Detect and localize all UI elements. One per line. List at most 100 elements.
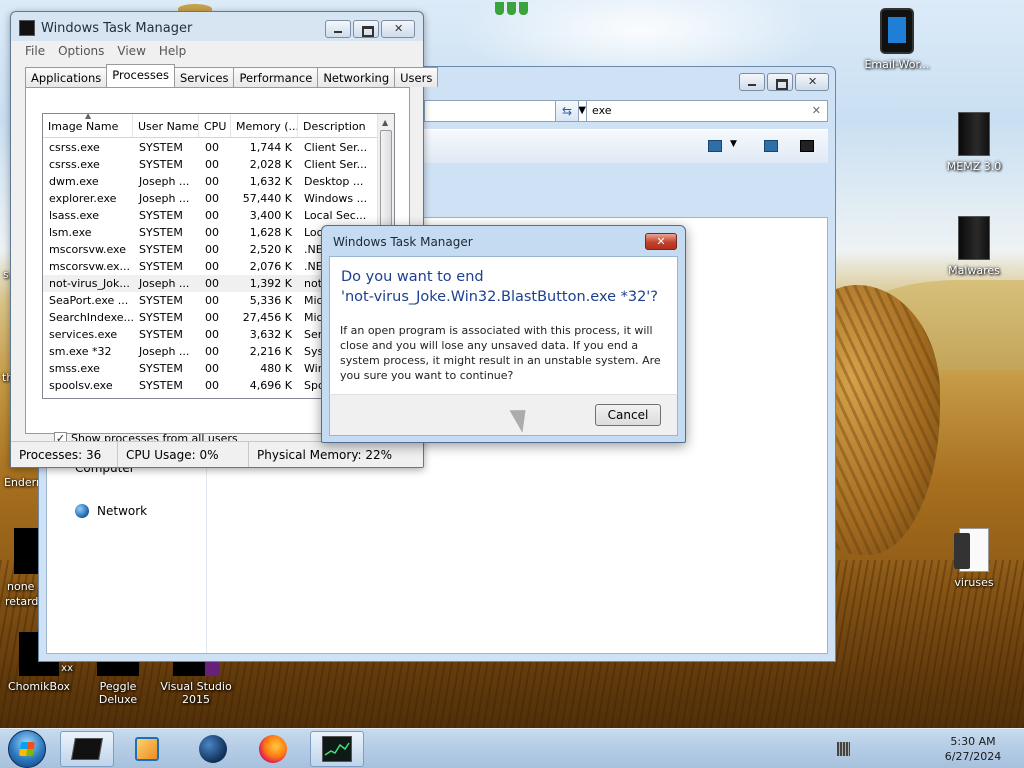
taskbar-item-firefox[interactable] (246, 731, 300, 767)
top-center-widget-icon (493, 0, 531, 18)
nav-item-network[interactable]: Network (75, 504, 147, 518)
refresh-button[interactable]: ⇆ (555, 100, 579, 122)
minimize-button[interactable] (325, 20, 351, 38)
cell-name: lsm.exe (49, 226, 92, 239)
cell-cpu: 00 (205, 192, 219, 205)
menu-bar: File Options View Help (11, 41, 423, 61)
column-user-name[interactable]: User Name (133, 114, 199, 137)
cell-cpu: 00 (205, 175, 219, 188)
desktop-icon-viruses[interactable]: viruses (936, 528, 1012, 589)
cell-user: SYSTEM (139, 158, 183, 171)
view-options-icon[interactable] (708, 140, 722, 152)
tray-keyboard-icon[interactable] (837, 742, 850, 756)
cell-name: smss.exe (49, 362, 100, 375)
cell-name: not-virus_Jok... (49, 277, 130, 290)
cell-name: csrss.exe (49, 158, 100, 171)
scrollbar-thumb[interactable] (380, 130, 392, 240)
menu-help[interactable]: Help (159, 41, 194, 61)
cell-mem: 57,440 K (242, 192, 292, 205)
close-button[interactable] (795, 73, 829, 91)
table-row[interactable]: explorer.exe Joseph ... 00 57,440 K Windows … (43, 190, 379, 207)
scroll-up-icon[interactable]: ▲ (382, 118, 388, 127)
explorer-toolbar: ▼ (424, 129, 828, 163)
desktop-icon-email-worm[interactable]: Email-Wor... (858, 8, 936, 71)
table-row[interactable]: dwm.exe Joseph ... 00 1,632 K Desktop ... (43, 173, 379, 190)
start-button[interactable] (8, 730, 46, 768)
taskbar-item-media-player[interactable] (120, 731, 174, 767)
desktop-label-none: none (7, 580, 35, 593)
cancel-button[interactable]: Cancel (595, 404, 661, 426)
taskbar-item-task-manager[interactable] (310, 731, 364, 767)
search-value: exe (592, 104, 612, 117)
cell-cpu: 00 (205, 260, 219, 273)
maximize-button[interactable] (353, 20, 379, 38)
status-processes: Processes: 36 (11, 442, 118, 467)
cell-cpu: 00 (205, 345, 219, 358)
tab-networking[interactable]: Networking (317, 67, 396, 87)
tab-strip: Applications Processes Services Performa… (25, 64, 439, 87)
nav-item-label: Network (97, 504, 148, 518)
tab-services[interactable]: Services (173, 67, 235, 87)
column-description[interactable]: Description (298, 114, 379, 137)
cell-mem: 5,336 K (249, 294, 292, 307)
maximize-button[interactable] (767, 73, 793, 91)
cell-cpu: 00 (205, 141, 219, 154)
dialog-close-button[interactable]: ✕ (645, 233, 677, 250)
clock-date: 6/27/2024 (944, 750, 1002, 763)
minimize-button[interactable] (739, 73, 765, 91)
title-bar[interactable]: Windows Task Manager (19, 20, 192, 36)
taskbar-item-black-app[interactable] (60, 731, 114, 767)
taskbar: 5:30 AM 6/27/2024 (0, 728, 1024, 768)
cell-mem: 2,520 K (249, 243, 292, 256)
menu-view[interactable]: View (117, 41, 153, 61)
cell-cpu: 00 (205, 294, 219, 307)
tab-processes[interactable]: Processes (106, 64, 175, 87)
cell-mem: 2,028 K (249, 158, 292, 171)
clear-search-icon[interactable]: ✕ (812, 104, 821, 117)
close-button[interactable] (381, 20, 415, 38)
taskbar-item-globe-app[interactable] (186, 731, 240, 767)
cell-desc: Client Ser... (304, 158, 368, 171)
dialog-title: Windows Task Manager (333, 235, 473, 249)
globe-app-icon (199, 735, 227, 763)
preview-pane-icon[interactable] (764, 140, 778, 152)
chevron-down-icon[interactable]: ▼ (578, 105, 586, 116)
desktop-icon-malwares[interactable]: Malwares (936, 216, 1012, 277)
cell-user: SYSTEM (139, 209, 183, 222)
menu-options[interactable]: Options (58, 41, 112, 61)
desktop-icon-label: ChomikBox (8, 680, 70, 693)
column-cpu[interactable]: CPU (199, 114, 231, 137)
cell-cpu: 00 (205, 158, 219, 171)
table-row[interactable]: lsass.exe SYSTEM 00 3,400 K Local Sec... (43, 207, 379, 224)
cell-name: sm.exe *32 (49, 345, 112, 358)
column-memory[interactable]: Memory (... (231, 114, 298, 137)
help-icon[interactable] (800, 140, 814, 152)
desktop-icon-label: Peggle Deluxe (98, 680, 138, 706)
cell-desc: Local Sec... (304, 209, 367, 222)
sort-ascending-icon: ▲ (85, 114, 92, 120)
system-clock[interactable]: 5:30 AM 6/27/2024 (930, 734, 1016, 764)
desktop-icon-memz[interactable]: MEMZ 3.0 (936, 112, 1012, 173)
status-cpu-usage: CPU Usage: 0% (118, 442, 249, 467)
tab-users[interactable]: Users (394, 67, 439, 87)
tab-applications[interactable]: Applications (25, 67, 108, 87)
tab-performance[interactable]: Performance (233, 67, 319, 87)
cell-mem: 1,744 K (249, 141, 292, 154)
search-input[interactable]: exe ✕ (586, 100, 828, 122)
graph-icon (324, 742, 350, 756)
chevron-down-icon[interactable]: ▼ (730, 139, 737, 149)
menu-file[interactable]: File (25, 41, 53, 61)
cell-cpu: 00 (205, 328, 219, 341)
cell-mem: 3,632 K (249, 328, 292, 341)
column-image-name[interactable]: ▲ Image Name (43, 114, 133, 137)
table-row[interactable]: csrss.exe SYSTEM 00 2,028 K Client Ser... (43, 156, 379, 173)
black-file-icon (958, 112, 990, 156)
dialog-heading: Do you want to end 'not-virus_Joke.Win32… (341, 267, 676, 307)
task-manager-icon (19, 20, 35, 36)
cell-user: SYSTEM (139, 379, 183, 392)
table-row[interactable]: csrss.exe SYSTEM 00 1,744 K Client Ser... (43, 139, 379, 156)
cell-mem: 1,632 K (249, 175, 292, 188)
cell-mem: 480 K (260, 362, 292, 375)
end-process-dialog[interactable]: Windows Task Manager ✕ Do you want to en… (321, 225, 686, 443)
firefox-icon (259, 735, 287, 763)
